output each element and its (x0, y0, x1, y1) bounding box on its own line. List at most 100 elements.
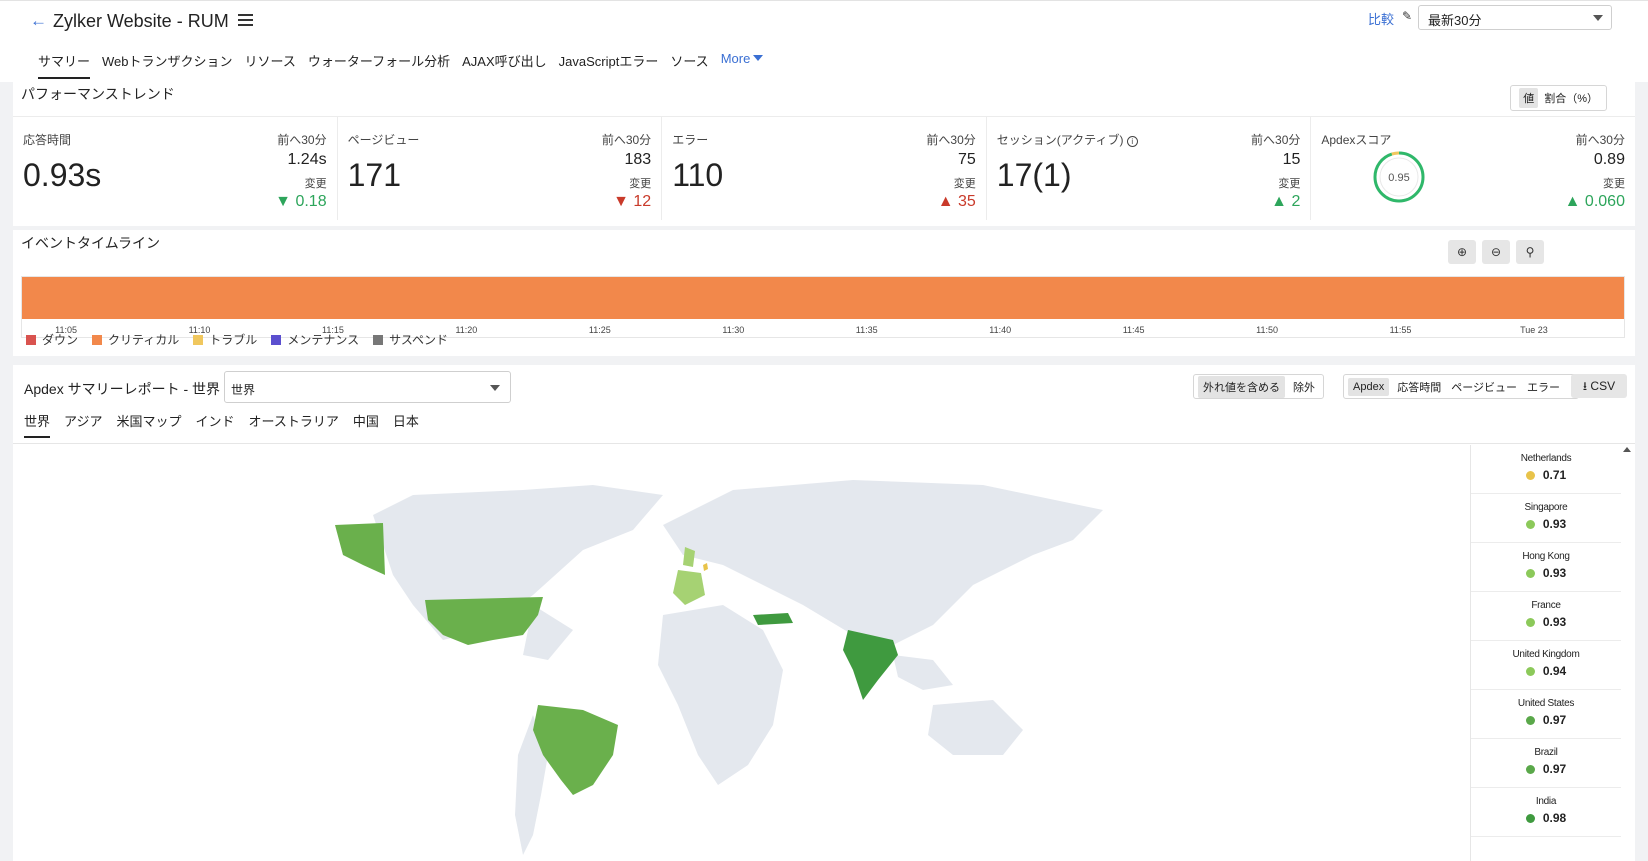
brazil-region[interactable] (533, 705, 618, 795)
legend-item[interactable]: クリティカル (92, 331, 179, 348)
tab-region-us-map[interactable]: 米国マップ (117, 411, 182, 438)
metric-page-views: ページビュー 171 前へ30分 183 変更 ▼ 12 (338, 117, 663, 220)
metric-label: 応答時間 (23, 133, 72, 147)
metric-change-value: 12 (633, 193, 652, 210)
country-ranking-list: Netherlands 0.71 Singapore 0.93 Hong Kong 0.9… (1470, 445, 1635, 861)
tab-region-world[interactable]: 世界 (24, 411, 51, 438)
tab-js-errors[interactable]: JavaScriptエラー (559, 51, 659, 79)
value-percent-toggle[interactable]: 値 割合（%） (1510, 85, 1607, 111)
world-map[interactable] (333, 455, 1213, 861)
turkey-region[interactable] (753, 613, 793, 625)
country-score-value: 0.94 (1542, 664, 1567, 678)
metric-errors-option[interactable]: エラー (1527, 379, 1560, 395)
alaska-region[interactable] (335, 523, 385, 575)
country-list-item[interactable]: Singapore 0.93 (1471, 494, 1621, 543)
chevron-down-icon (490, 385, 500, 391)
arrow-up-icon: ▲ (937, 193, 954, 210)
netherlands-region[interactable] (703, 563, 708, 571)
metric-change-label: 変更 (629, 178, 652, 190)
metric-pageviews-option[interactable]: ページビュー (1451, 379, 1517, 395)
india-region[interactable] (843, 630, 898, 700)
zoom-in-icon[interactable]: ⊕ (1448, 240, 1476, 264)
metric-response-option[interactable]: 応答時間 (1397, 379, 1441, 395)
metric-label: セッション(アクティブ) i (997, 131, 1138, 148)
status-dot (1525, 618, 1535, 627)
tab-sources[interactable]: ソース (670, 51, 708, 79)
chevron-down-icon (1593, 15, 1603, 21)
metric-errors: エラー 110 前へ30分 75 変更 ▲ 35 (662, 117, 987, 220)
outlier-include[interactable]: 外れ値を含める (1198, 375, 1285, 398)
toggle-value[interactable]: 値 (1519, 88, 1539, 108)
gauge-value: 0.95 (1389, 172, 1410, 184)
country-score-value: 0.93 (1542, 615, 1567, 629)
country-list-item[interactable]: United Kingdom 0.94 (1471, 641, 1621, 690)
tab-region-china[interactable]: 中国 (353, 411, 379, 438)
metric-prev: 183 (624, 151, 652, 168)
caret-down-icon (753, 55, 764, 61)
top-header: ← Zylker Website - RUM 比較 ✎ 最新30分 サマリー W… (0, 0, 1648, 82)
france-region[interactable] (673, 570, 705, 605)
legend-label: トラブル (209, 333, 258, 347)
csv-label: CSV (1590, 379, 1616, 393)
country-name: Netherlands (1520, 453, 1572, 464)
zoom-out-icon[interactable]: ⊖ (1482, 240, 1510, 264)
legend-item[interactable]: サスペンド (373, 331, 448, 348)
legend-item[interactable]: トラブル (193, 331, 257, 348)
tab-region-japan[interactable]: 日本 (393, 411, 419, 438)
toggle-percent[interactable]: 割合（%） (1544, 90, 1598, 106)
apdex-title: Apdex サマリーレポート - 世界 (24, 381, 221, 397)
country-name: France (1531, 600, 1561, 611)
timeline-tick-label: 11:50 (1256, 325, 1278, 335)
tab-ajax[interactable]: AJAX呼び出し (462, 51, 547, 79)
tab-waterfall[interactable]: ウォーターフォール分析 (308, 51, 450, 79)
back-arrow-icon[interactable]: ← (30, 11, 47, 31)
metric-prev: 1.24s (287, 151, 327, 168)
download-icon: ⭳ (1582, 379, 1588, 393)
country-list-item[interactable]: United States 0.97 (1471, 690, 1621, 739)
country-list-item[interactable]: Netherlands 0.71 (1471, 445, 1621, 494)
info-icon[interactable]: i (1126, 136, 1138, 147)
legend-label: ダウン (42, 333, 79, 347)
tab-summary[interactable]: サマリー (38, 51, 91, 79)
outlier-exclude[interactable]: 除外 (1293, 379, 1315, 395)
country-list-item[interactable]: France 0.93 (1471, 592, 1621, 641)
metric-apdex-option[interactable]: Apdex (1348, 377, 1390, 396)
compare-link[interactable]: 比較 (1368, 9, 1394, 28)
scroll-up-icon[interactable] (1623, 447, 1631, 452)
metric-prev-label: 前へ30分 (601, 133, 652, 147)
metric-change: ▲ 35 (938, 193, 976, 211)
status-dot (1525, 569, 1535, 578)
tab-more[interactable]: More (721, 51, 764, 79)
tab-region-india[interactable]: インド (196, 411, 235, 438)
outlier-toggle[interactable]: 外れ値を含める 除外 (1193, 374, 1324, 399)
tab-resources[interactable]: リソース (245, 51, 296, 79)
region-select[interactable]: 世界 (224, 371, 511, 403)
country-score-value: 0.97 (1542, 762, 1567, 776)
zoom-reset-icon[interactable]: ⚲ (1516, 240, 1544, 264)
timeline-critical-bar[interactable] (22, 277, 1624, 319)
performance-trend-panel: パフォーマンストレンド 値 割合（%） 応答時間 0.93s 前へ30分 1.2… (13, 82, 1635, 226)
tab-web-transactions[interactable]: Webトランザクション (102, 51, 233, 79)
country-list-item[interactable]: India 0.98 (1471, 788, 1621, 837)
country-list-item[interactable]: Hong Kong 0.93 (1471, 543, 1621, 592)
csv-export-button[interactable]: ⭳ CSV (1571, 374, 1627, 398)
legend-item[interactable]: メンテナンス (271, 331, 359, 348)
country-score: 0.98 (1471, 811, 1621, 825)
country-list-item[interactable]: Brazil 0.97 (1471, 739, 1621, 788)
metric-change-value: 0.18 (295, 193, 327, 210)
metric-prev-label: 前へ30分 (1575, 133, 1625, 147)
country-score-value: 0.97 (1542, 713, 1567, 727)
metric-value: 171 (347, 157, 401, 193)
metric-change: ▲ 2 (1271, 193, 1300, 211)
map-metric-selector[interactable]: Apdex 応答時間 ページビュー エラー (1343, 374, 1579, 399)
tab-region-asia[interactable]: アジア (64, 411, 102, 438)
hamburger-menu-icon[interactable] (238, 14, 253, 26)
pencil-icon[interactable]: ✎ (1402, 9, 1412, 23)
timeline-tick-label: 11:40 (989, 325, 1012, 335)
timeline-tick-label: 11:25 (588, 325, 611, 335)
tab-region-australia[interactable]: オーストラリア (249, 411, 339, 438)
metric-prev: 0.89 (1593, 151, 1625, 168)
time-range-select[interactable]: 最新30分 (1418, 5, 1612, 30)
performance-title: パフォーマンストレンド (21, 86, 175, 102)
legend-item[interactable]: ダウン (26, 331, 78, 348)
